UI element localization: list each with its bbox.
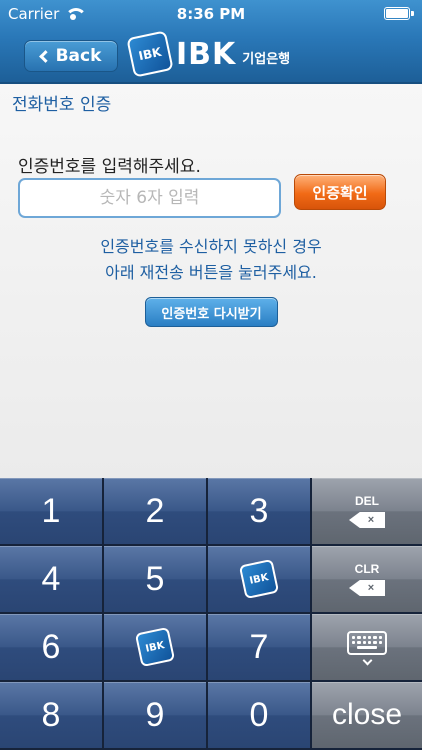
status-bar: Carrier 8:36 PM: [0, 0, 422, 28]
backspace-icon: ×: [349, 512, 385, 528]
secure-keypad: 1 2 3 DEL × 4 5 IBK CLR × 6 IBK 7 8 9 0 …: [0, 478, 422, 750]
verification-content: 전화번호 인증 인증번호를 입력해주세요. 인증확인 인증번호를 수신하지 못하…: [0, 84, 422, 478]
key-5[interactable]: 5: [104, 546, 208, 614]
clear-all-icon: ×: [349, 580, 385, 596]
code-prompt: 인증번호를 입력해주세요.: [18, 157, 201, 177]
back-button[interactable]: Back: [24, 40, 118, 72]
status-time: 8:36 PM: [176, 5, 246, 23]
keyboard-icon: [347, 630, 387, 655]
key-1[interactable]: 1: [0, 478, 104, 546]
ibk-logo: IBK IBK 기업은행: [126, 30, 291, 78]
hide-keyboard-key[interactable]: [312, 614, 422, 682]
clear-key[interactable]: CLR ×: [312, 546, 422, 614]
key-3[interactable]: 3: [208, 478, 312, 546]
key-6[interactable]: 6: [0, 614, 104, 682]
key-2[interactable]: 2: [104, 478, 208, 546]
key-8[interactable]: 8: [0, 682, 104, 750]
key-blank-logo-1[interactable]: IBK: [208, 546, 312, 614]
confirm-code-button[interactable]: 인증확인: [294, 174, 386, 210]
resend-code-button[interactable]: 인증번호 다시받기: [145, 297, 278, 327]
verification-code-input[interactable]: [18, 178, 281, 218]
info-line-1: 인증번호를 수신하지 못하신 경우: [100, 237, 322, 256]
key-4[interactable]: 4: [0, 546, 104, 614]
key-blank-logo-2[interactable]: IBK: [104, 614, 208, 682]
logo-text: IBK: [176, 36, 237, 72]
resend-info: 인증번호를 수신하지 못하신 경우 아래 재전송 버튼을 눌러주세요.: [0, 234, 422, 286]
back-label: Back: [55, 46, 102, 66]
ibk-logo-icon: IBK: [238, 558, 280, 600]
info-line-2: 아래 재전송 버튼을 눌러주세요.: [105, 263, 317, 282]
key-0[interactable]: 0: [208, 682, 312, 750]
page-title: 전화번호 인증: [12, 95, 112, 115]
chevron-left-icon: [38, 49, 52, 63]
delete-label: DEL: [355, 494, 379, 508]
clear-label: CLR: [354, 562, 380, 576]
key-7[interactable]: 7: [208, 614, 312, 682]
ibk-logo-icon: IBK: [134, 626, 176, 668]
close-keypad-key[interactable]: close: [312, 682, 422, 750]
nav-header: Carrier 8:36 PM Back IBK IBK 기업은행: [0, 0, 422, 84]
key-9[interactable]: 9: [104, 682, 208, 750]
chevron-down-icon: [362, 655, 372, 665]
ibk-logo-icon: IBK: [126, 30, 174, 78]
logo-subtitle: 기업은행: [242, 51, 291, 67]
delete-key[interactable]: DEL ×: [312, 478, 422, 546]
battery-icon: [384, 7, 414, 20]
